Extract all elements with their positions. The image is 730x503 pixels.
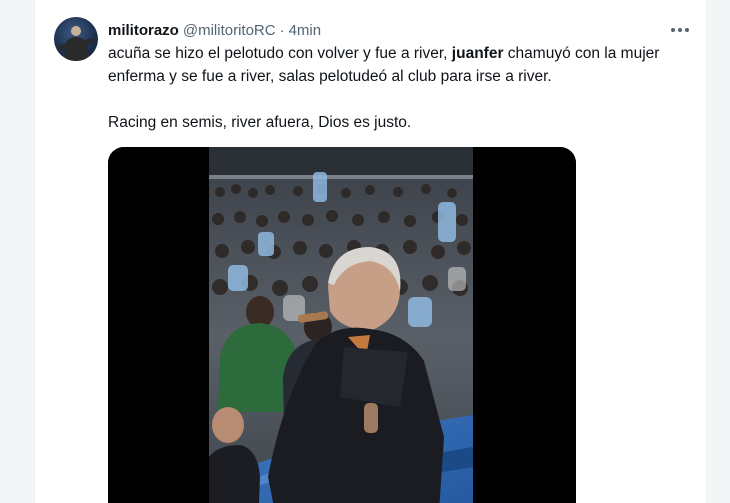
more-options-icon[interactable] — [668, 19, 692, 41]
user-handle[interactable]: @militoritoRC — [183, 22, 276, 39]
separator-dot: · — [279, 21, 285, 39]
bold-name: juanfer — [451, 45, 504, 62]
timestamp[interactable]: 4min — [289, 22, 322, 39]
stadium-video-frame — [108, 147, 576, 503]
avatar[interactable] — [54, 17, 98, 61]
tweet-header: militorazo @militoritoRC · 4min — [108, 19, 690, 41]
tweet-paragraph-2: Racing en semis, river afuera, Dios es j… — [108, 114, 412, 131]
tweet-paragraph-1: acuña se hizo el pelotudo con volver y f… — [108, 45, 660, 85]
video-media[interactable] — [108, 147, 576, 503]
tweet-card[interactable]: militorazo @militoritoRC · 4min acuña se… — [34, 0, 707, 503]
tweet-text: acuña se hizo el pelotudo con volver y f… — [108, 42, 694, 134]
display-name[interactable]: militorazo — [108, 22, 179, 39]
